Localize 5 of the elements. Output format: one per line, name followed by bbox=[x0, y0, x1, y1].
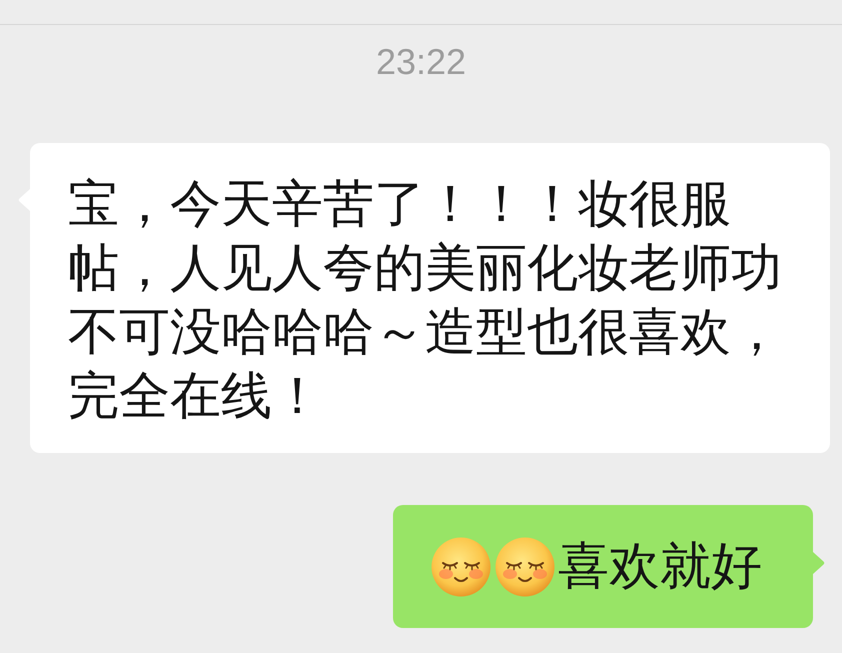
message-text: 喜欢就好 bbox=[558, 536, 762, 598]
message-text: 宝，今天辛苦了！！！妆很服帖，人见人夸的美丽化妆老师功不可没哈哈哈～造型也很喜欢，完全在线！ bbox=[68, 174, 783, 428]
smiley-face-icon bbox=[495, 536, 555, 596]
smiley-face-icon bbox=[431, 536, 491, 596]
message-timestamp: 23:22 bbox=[376, 40, 466, 84]
